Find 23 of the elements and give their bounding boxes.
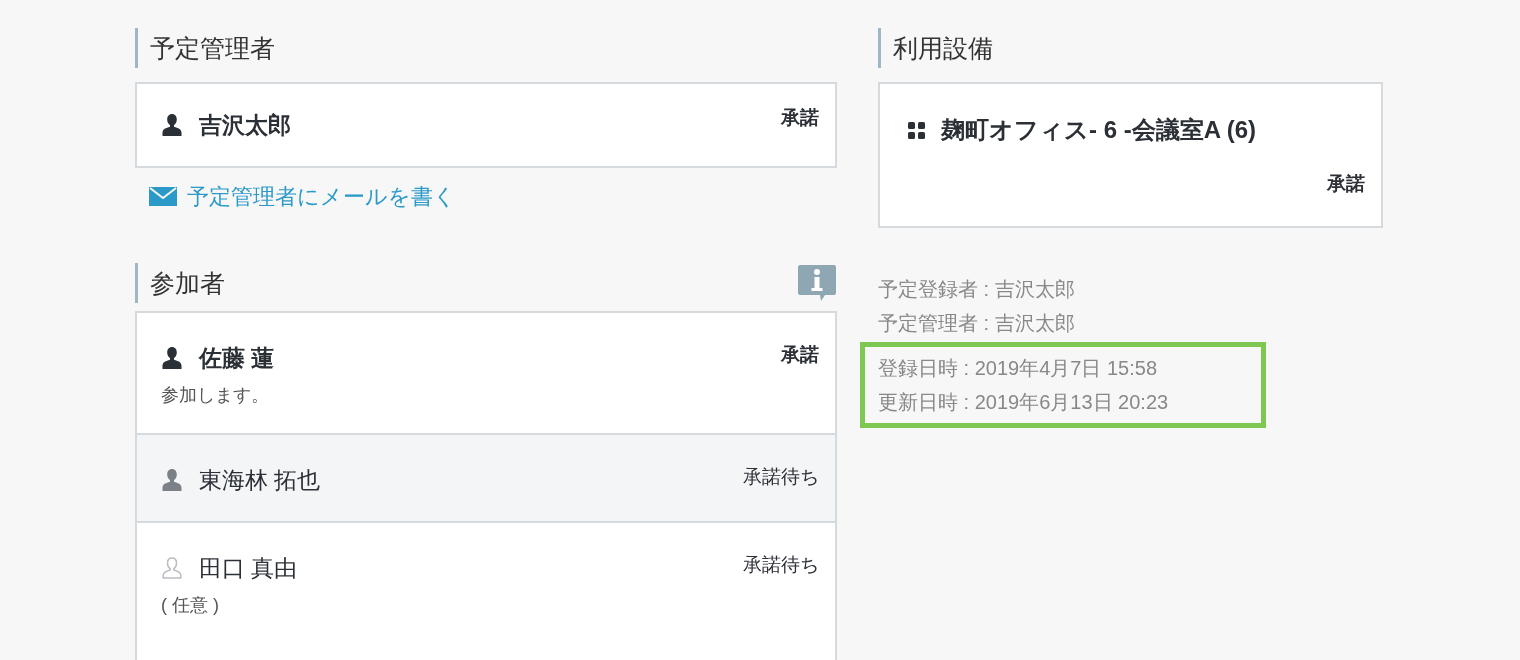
status-label: 承諾待ち	[743, 464, 819, 489]
section-heading: 参加者	[135, 263, 225, 303]
participant-note: ( 任意 )	[161, 593, 220, 617]
status-label: 承諾待ち	[743, 553, 819, 577]
section-heading: 予定管理者	[135, 28, 275, 68]
meta-text: 予定管理者 : 吉沢太郎	[878, 311, 1076, 336]
person-name: 吉沢太郎	[199, 110, 291, 140]
facility-name[interactable]: 麹町オフィス- 6 -会議室A (6)	[941, 112, 1257, 148]
section-heading: 利用設備	[878, 28, 993, 68]
status-label: 承諾	[781, 106, 819, 130]
meta-text: 登録日時 : 2019年4月7日 15:58	[878, 356, 1158, 381]
status-label: 承諾	[1327, 172, 1365, 196]
participant-row[interactable]: 東海林 拓也 承諾待ち	[137, 432, 835, 521]
meta-text: 更新日時 : 2019年6月13日 20:23	[878, 390, 1170, 415]
person-name: 田口 真由	[199, 554, 298, 583]
meta-text: 予定登録者 : 吉沢太郎	[878, 277, 1076, 302]
person-name: 東海林 拓也	[199, 465, 321, 495]
participant-note: 参加します。	[161, 383, 270, 407]
person-name: 佐藤 蓮	[199, 344, 275, 373]
grid-icon	[908, 121, 925, 139]
status-label: 承諾	[781, 343, 819, 367]
mail-icon	[149, 187, 177, 206]
info-icon[interactable]	[797, 264, 837, 302]
